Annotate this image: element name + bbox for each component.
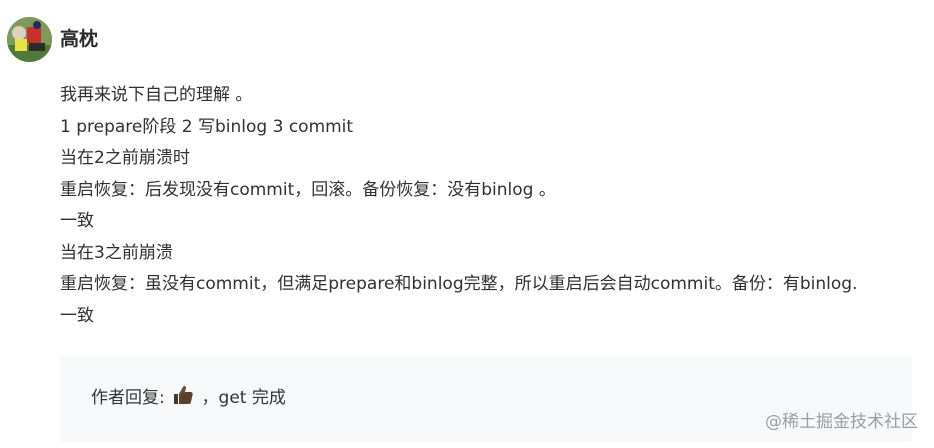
comment-line: 一致 <box>60 211 94 231</box>
comment-author[interactable]: 高枕 <box>60 24 98 54</box>
comment-line: 重启恢复：虽没有commit，但满足prepare和binlog完整，所以重启后… <box>60 274 858 294</box>
author-reply: 作者回复: ，get 完成 <box>91 384 286 412</box>
thumbs-up-icon <box>172 384 194 406</box>
avatar-image <box>7 17 52 62</box>
reply-text: ，get 完成 <box>201 388 286 408</box>
comment-line: 重启恢复：后发现没有commit，回滚。备份恢复：没有binlog 。 <box>60 179 556 200</box>
comment-line: 我再来说下自己的理解 。 <box>60 85 253 105</box>
comment-line: 1 prepare阶段 2 写binlog 3 commit <box>60 116 354 137</box>
comment-line: 当在2之前崩溃时 <box>60 148 190 168</box>
watermark: @稀土掘金技术社区 <box>765 412 918 432</box>
comment-card: 高枕 我再来说下自己的理解 。 1 prepare阶段 2 写binlog 3 … <box>0 0 934 448</box>
reply-label: 作者回复: <box>91 388 165 408</box>
comment-content: 我再来说下自己的理解 。 1 prepare阶段 2 写binlog 3 com… <box>60 80 920 332</box>
avatar[interactable] <box>7 17 52 62</box>
comment-line: 当在3之前崩溃 <box>60 242 173 263</box>
comment-line: 一致 <box>60 305 94 326</box>
